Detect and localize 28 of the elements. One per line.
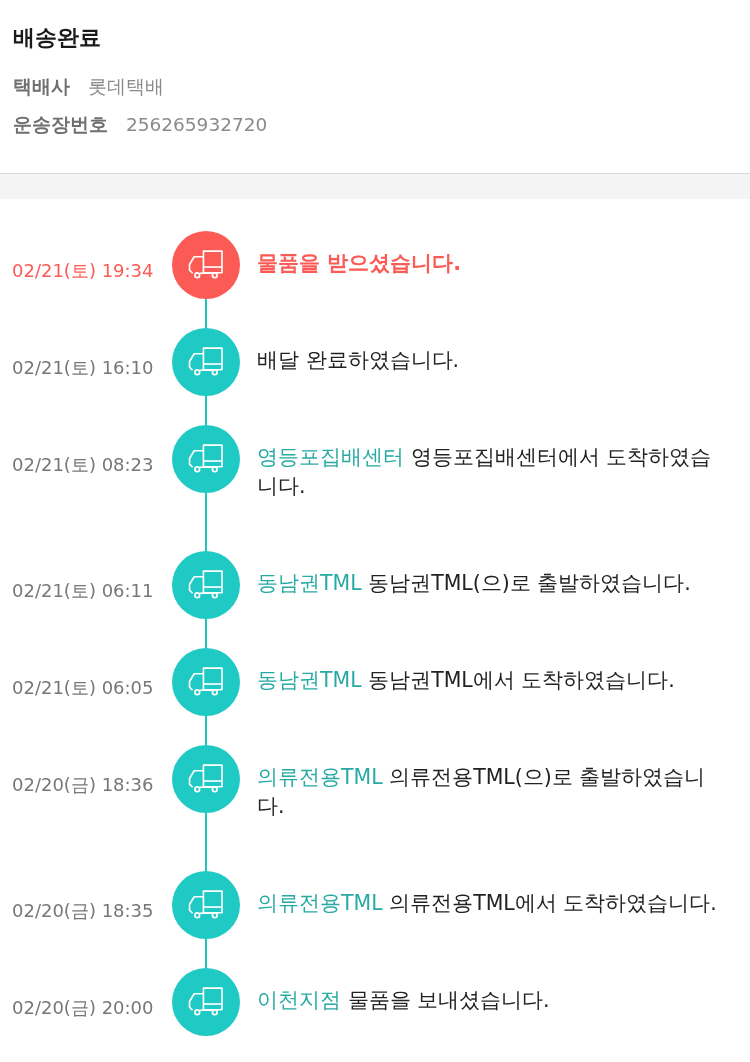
event-message: 물품을 받으셨습니다. [257,250,462,277]
timeline-connector [205,299,207,328]
timeline-connector [205,716,207,745]
event-time: 02/20(금) 20:00 [12,996,154,1020]
event-time: 02/21(토) 16:10 [12,356,154,380]
timeline-connector [205,396,207,425]
event-message: 배달 완료하였습니다. [257,347,461,374]
field-label: 택배사 [13,75,70,99]
event-message: 동남권TML 동남권TML(으)로 출발하였습니다. [257,570,692,597]
timeline-connector [205,813,207,871]
field-value: 롯데택배 [88,75,164,99]
page-title: 배송완료 [13,24,102,52]
event-time: 02/21(토) 08:23 [12,453,154,477]
timeline-connector [205,939,207,968]
event-message: 동남권TML 동남권TML에서 도착하였습니다. [257,667,676,694]
timeline-connector [205,619,207,648]
field-label: 운송장번호 [13,113,108,137]
event-message: 의류전용TML 의류전용TML에서 도착하였습니다. [257,890,718,917]
event-time: 02/20(금) 18:35 [12,899,154,923]
event-message: 의류전용TML 의류전용TML(으)로 출발하였습니다. [257,764,707,820]
timeline-connector [205,493,207,551]
event-time: 02/21(토) 19:34 [12,259,154,283]
field-value: 256265932720 [126,113,268,137]
event-time: 02/20(금) 18:36 [12,773,154,797]
event-time: 02/21(토) 06:11 [12,579,154,603]
event-message: 이천지점 물품을 보내셨습니다. [257,987,551,1014]
event-time: 02/21(토) 06:05 [12,676,154,700]
event-message: 영등포집배센터 영등포집배센터에서 도착하였습니다. [257,444,713,500]
